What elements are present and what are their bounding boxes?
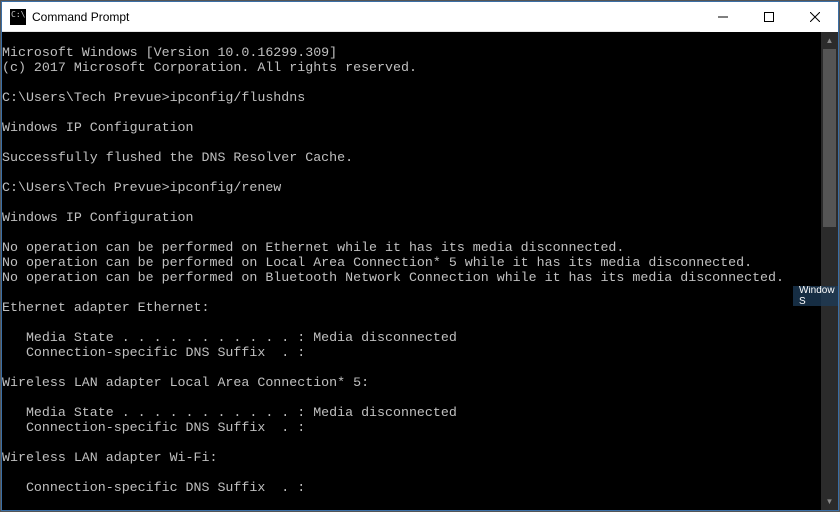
notification-toast[interactable]: Window S — [793, 286, 838, 306]
scrollbar[interactable]: ▲ ▼ — [821, 32, 838, 510]
maximize-button[interactable] — [746, 2, 792, 32]
window-controls — [700, 2, 838, 31]
scroll-down-button[interactable]: ▼ — [821, 493, 838, 510]
close-icon — [810, 12, 820, 22]
terminal-output[interactable]: Microsoft Windows [Version 10.0.16299.30… — [2, 45, 821, 496]
minimize-button[interactable] — [700, 2, 746, 32]
window-title: Command Prompt — [32, 10, 700, 24]
scroll-thumb[interactable] — [823, 49, 836, 227]
terminal-area: Microsoft Windows [Version 10.0.16299.30… — [2, 32, 838, 510]
cmd-icon — [10, 9, 26, 25]
scroll-track[interactable] — [821, 49, 838, 493]
maximize-icon — [764, 12, 774, 22]
minimize-icon — [718, 12, 728, 22]
close-button[interactable] — [792, 2, 838, 32]
command-prompt-window: Command Prompt Microsoft Windows [Versio… — [1, 1, 839, 511]
titlebar[interactable]: Command Prompt — [2, 2, 838, 32]
toast-text: Window S — [799, 286, 838, 306]
scroll-up-button[interactable]: ▲ — [821, 32, 838, 49]
